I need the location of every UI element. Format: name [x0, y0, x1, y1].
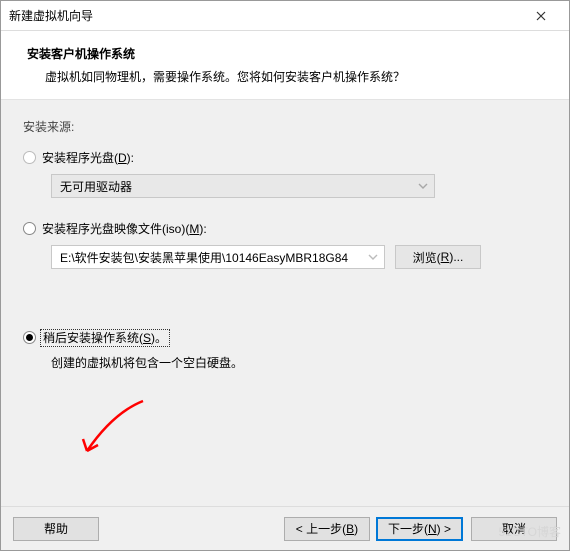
cancel-button[interactable]: 取消	[471, 517, 557, 541]
titlebar: 新建虚拟机向导	[1, 1, 569, 31]
close-icon	[536, 11, 546, 21]
option-later-label: 稍后安装操作系统(S)。	[42, 329, 168, 346]
annotation-arrow-icon	[73, 395, 153, 465]
source-label: 安装来源:	[23, 118, 547, 135]
option-iso-label: 安装程序光盘映像文件(iso)(M):	[42, 220, 207, 237]
chevron-down-icon	[418, 182, 428, 190]
page-subtitle: 虚拟机如同物理机，需要操作系统。您将如何安装客户机操作系统？	[45, 68, 543, 85]
option-installer-disc: 安装程序光盘(D):	[23, 149, 547, 166]
radio-iso-file[interactable]	[23, 222, 36, 235]
install-later-hint: 创建的虚拟机将包含一个空白硬盘。	[51, 354, 547, 371]
radio-install-later[interactable]	[23, 331, 36, 344]
option-install-later[interactable]: 稍后安装操作系统(S)。	[23, 329, 547, 346]
option-iso-file[interactable]: 安装程序光盘映像文件(iso)(M):	[23, 220, 547, 237]
iso-path-input: E:\软件安装包\安装黑苹果使用\10146EasyMBR18G84	[51, 245, 385, 269]
page-title: 安装客户机操作系统	[27, 45, 543, 62]
wizard-header: 安装客户机操作系统 虚拟机如同物理机，需要操作系统。您将如何安装客户机操作系统？	[1, 31, 569, 100]
radio-installer-disc	[23, 151, 36, 164]
iso-row: E:\软件安装包\安装黑苹果使用\10146EasyMBR18G84 浏览(R)…	[51, 245, 547, 269]
option-disc-label: 安装程序光盘(D):	[42, 149, 134, 166]
back-button[interactable]: < 上一步(B)	[284, 517, 370, 541]
disc-drive-row: 无可用驱动器	[51, 174, 547, 198]
window-title: 新建虚拟机向导	[9, 7, 521, 24]
help-button[interactable]: 帮助	[13, 517, 99, 541]
disc-drive-value: 无可用驱动器	[60, 178, 132, 195]
iso-path-value: E:\软件安装包\安装黑苹果使用\10146EasyMBR18G84	[60, 249, 348, 266]
chevron-down-icon	[368, 253, 378, 261]
close-button[interactable]	[521, 2, 561, 30]
next-button[interactable]: 下一步(N) >	[376, 517, 463, 541]
wizard-footer: 帮助 < 上一步(B) 下一步(N) > 取消	[1, 506, 569, 550]
browse-button: 浏览(R)...	[395, 245, 481, 269]
disc-drive-select: 无可用驱动器	[51, 174, 435, 198]
wizard-content: 安装来源: 安装程序光盘(D): 无可用驱动器 安装程序光盘映像文件(iso)(…	[1, 100, 569, 508]
